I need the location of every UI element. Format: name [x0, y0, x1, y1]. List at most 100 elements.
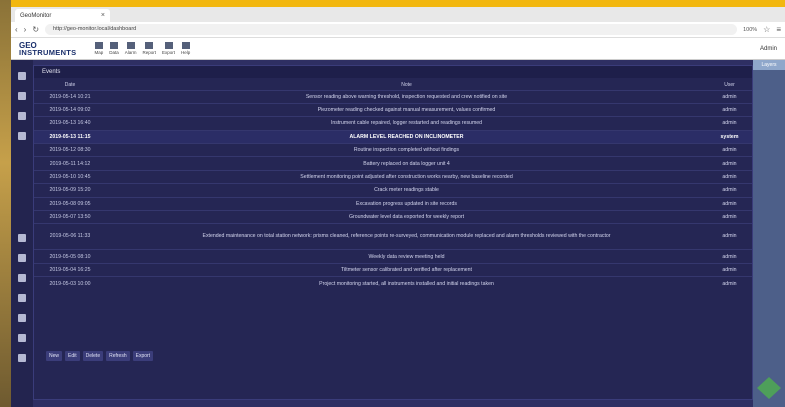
cell-date: 2019-05-13 16:40 [34, 116, 106, 131]
browser-window: GeoMonitor × ‹ › ↻ http://geo-monitor.lo… [11, 7, 785, 407]
column-header-user[interactable]: User [707, 81, 752, 90]
cell-user: admin [707, 169, 752, 184]
info-icon[interactable] [18, 334, 26, 342]
cell-date: 2019-05-07 13:50 [34, 210, 106, 224]
delete-button[interactable]: Delete [82, 351, 104, 361]
cell-user: admin [707, 223, 752, 250]
chart-icon[interactable] [18, 112, 26, 120]
cell-user: admin [707, 249, 752, 264]
cell-note: Settlement monitoring point adjusted aft… [106, 169, 707, 184]
close-tab-icon[interactable]: × [101, 12, 105, 19]
address-bar[interactable]: http://geo-monitor.local/dashboard [45, 24, 738, 35]
browser-tab[interactable]: GeoMonitor × [15, 9, 110, 22]
table-row[interactable]: 2019-05-08 09:05 Excavation progress upda… [34, 196, 752, 211]
edit-button[interactable]: Edit [65, 351, 80, 361]
table-row[interactable]: 2019-05-05 08:10 Weekly data review meeti… [34, 249, 752, 264]
cell-note: Sensor reading above warning threshold, … [106, 89, 707, 104]
cell-user: system [707, 129, 752, 144]
back-icon[interactable]: ‹ [15, 25, 18, 34]
dialog-title: Events [34, 66, 752, 78]
table-row[interactable]: 2019-05-14 10:21 Sensor reading above war… [34, 89, 752, 104]
measure-icon[interactable] [18, 294, 26, 302]
cell-user: admin [707, 89, 752, 104]
table-row[interactable]: 2019-05-07 13:50 Groundwater level data e… [34, 210, 752, 224]
toolbar-item-help[interactable]: Help [181, 42, 190, 55]
table-row[interactable]: 2019-05-11 14:12 Battery replaced on data… [34, 156, 752, 171]
cell-user: admin [707, 183, 752, 198]
user-menu[interactable]: Admin [760, 46, 777, 52]
cell-user: admin [707, 143, 752, 157]
settings-icon[interactable] [18, 132, 26, 140]
cell-note: Routine inspection completed without fin… [106, 143, 707, 157]
cell-date: 2019-05-08 09:05 [34, 196, 106, 211]
panel-label[interactable]: Layers [753, 60, 785, 70]
table-row[interactable]: 2019-05-06 11:33 Extended maintenance on … [34, 223, 752, 250]
zoom-level[interactable]: 100% [743, 27, 757, 33]
toolbar-item-export[interactable]: Export [162, 42, 175, 55]
company-logo: GEO INSTRUMENTS [19, 40, 77, 57]
export-icon [164, 42, 173, 49]
desktop-edge [0, 0, 11, 407]
refresh-button[interactable]: Refresh [106, 351, 130, 361]
list-icon[interactable] [18, 92, 26, 100]
cell-user: admin [707, 102, 752, 117]
data-icon [109, 42, 118, 49]
cell-user: admin [707, 262, 752, 277]
tab-title: GeoMonitor [20, 12, 52, 19]
pan-icon[interactable] [18, 274, 26, 282]
menu-icon[interactable]: ≡ [776, 25, 781, 34]
help-icon [181, 42, 190, 49]
cell-user: admin [707, 156, 752, 171]
left-sidebar [11, 60, 33, 407]
export-button[interactable]: Export [132, 351, 154, 361]
forward-icon[interactable]: › [24, 25, 27, 34]
table-row[interactable]: 2019-05-13 16:40 Instrument cable repaire… [34, 116, 752, 131]
toolbar-item-map[interactable]: Map [94, 42, 103, 55]
star-icon[interactable]: ☆ [763, 25, 770, 34]
cell-note: Extended maintenance on total station ne… [106, 223, 707, 250]
print-icon[interactable] [18, 314, 26, 322]
right-panel: Layers [753, 60, 785, 407]
home-icon[interactable] [18, 354, 26, 362]
table-row[interactable]: 2019-05-12 08:30 Routine inspection compl… [34, 143, 752, 157]
cell-date: 2019-05-13 11:15 [34, 129, 106, 144]
table-header-row: Date Note User [34, 81, 752, 90]
report-icon [145, 42, 154, 49]
new-button[interactable]: New [46, 351, 63, 361]
cell-date: 2019-05-14 10:21 [34, 89, 106, 104]
events-dialog: Events Date Note User 2019-05-14 10:21 Se… [33, 65, 753, 400]
cell-note: ALARM LEVEL REACHED ON INCLINOMETER [106, 129, 707, 144]
toolbar-item-data[interactable]: Data [109, 42, 119, 55]
cell-note: Excavation progress updated in site reco… [106, 196, 707, 211]
top-accent-bar [11, 0, 785, 7]
toolbar-item-alarm[interactable]: Alarm [125, 42, 137, 55]
table-row[interactable]: 2019-05-14 09:02 Piezometer reading check… [34, 102, 752, 117]
cell-date: 2019-05-12 08:30 [34, 143, 106, 157]
cell-note: Instrument cable repaired, logger restar… [106, 116, 707, 131]
table-row[interactable]: 2019-05-10 10:45 Settlement monitoring po… [34, 169, 752, 184]
cell-date: 2019-05-14 09:02 [34, 102, 106, 117]
map-workspace: Layers Events Date Note User 2019-05-14 … [11, 60, 785, 407]
column-header-date[interactable]: Date [34, 81, 106, 90]
zoom-in-icon[interactable] [18, 234, 26, 242]
toolbar-item-report[interactable]: Report [143, 42, 156, 55]
cell-note: Project monitoring started, all instrume… [106, 276, 707, 291]
cell-note: Groundwater level data exported for week… [106, 210, 707, 224]
address-row: ‹ › ↻ http://geo-monitor.local/dashboard… [11, 22, 785, 38]
cell-date: 2019-05-09 15:20 [34, 183, 106, 198]
table-row[interactable]: 2019-05-03 10:00 Project monitoring start… [34, 276, 752, 291]
layers-icon[interactable] [18, 72, 26, 80]
cell-note: Piezometer reading checked against manua… [106, 102, 707, 117]
cell-date: 2019-05-05 08:10 [34, 249, 106, 264]
cell-note: Crack meter readings stable [106, 183, 707, 198]
cell-date: 2019-05-10 10:45 [34, 169, 106, 184]
column-header-note[interactable]: Note [106, 81, 707, 90]
table-row[interactable]: 2019-05-09 15:20 Crack meter readings sta… [34, 183, 752, 198]
cell-date: 2019-05-03 10:00 [34, 276, 106, 291]
table-row[interactable]: 2019-05-13 11:15 ALARM LEVEL REACHED ON I… [34, 129, 752, 144]
cell-user: admin [707, 210, 752, 224]
table-row[interactable]: 2019-05-04 16:25 Tiltmeter sensor calibra… [34, 262, 752, 277]
tab-strip: GeoMonitor × [11, 7, 785, 22]
reload-icon[interactable]: ↻ [32, 25, 39, 34]
zoom-out-icon[interactable] [18, 254, 26, 262]
